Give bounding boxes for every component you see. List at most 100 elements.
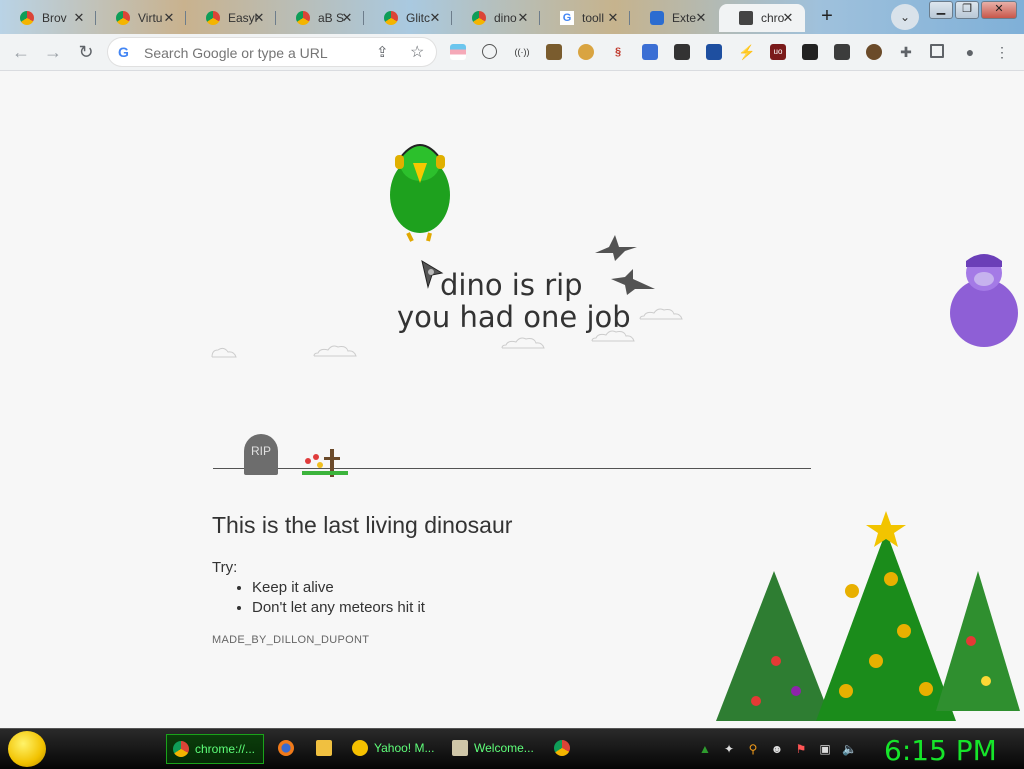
list-item: Keep it alive bbox=[252, 578, 425, 598]
taskbar-task-chrome[interactable]: chrome://... bbox=[166, 734, 264, 764]
close-tab-icon[interactable]: ✕ bbox=[694, 10, 708, 26]
picture-extension-icon[interactable] bbox=[706, 44, 722, 60]
taskbar-task-welcome[interactable]: Welcome... bbox=[446, 734, 538, 762]
chrome-icon bbox=[384, 11, 398, 25]
forward-button[interactable]: → bbox=[43, 42, 63, 62]
tab-strip: Brov ✕ Virtu ✕ Easyl ✕ aB S ✕ Glitc ✕ dino ✕ G… bbox=[0, 0, 1024, 34]
try-label: Try: bbox=[212, 559, 238, 576]
chrome-icon bbox=[173, 741, 189, 757]
address-input[interactable] bbox=[142, 42, 376, 64]
rune-extension-icon[interactable]: § bbox=[610, 44, 626, 60]
trans-flag-extension-icon[interactable] bbox=[450, 44, 466, 60]
credit-text: MADE_BY_DILLON_DUPONT bbox=[212, 634, 370, 646]
google-icon: G bbox=[118, 44, 129, 60]
chrome-icon bbox=[296, 11, 310, 25]
tab-7[interactable]: Gtooll ✕ bbox=[540, 4, 630, 32]
page-heading: This is the last living dinosaur bbox=[212, 512, 513, 538]
close-tab-icon[interactable]: ✕ bbox=[162, 10, 176, 26]
car-extension-icon[interactable] bbox=[674, 44, 690, 60]
taskbar-clock[interactable]: 6:15 PM bbox=[884, 734, 997, 767]
profile-icon[interactable]: ● bbox=[962, 44, 978, 60]
ublock-icon[interactable]: uo bbox=[770, 44, 786, 60]
dots-extension-icon[interactable]: ((·)) bbox=[514, 44, 530, 60]
taskbar-task-folder[interactable] bbox=[310, 734, 338, 762]
chevron-down-icon: ⌄ bbox=[899, 10, 911, 24]
taskbar-task-firefox[interactable] bbox=[272, 734, 300, 762]
close-tab-icon[interactable]: ✕ bbox=[781, 10, 795, 26]
lightning-icon[interactable]: ⚡ bbox=[738, 44, 755, 60]
close-tab-icon[interactable]: ✕ bbox=[252, 10, 266, 26]
photo-extension-icon[interactable] bbox=[642, 44, 658, 60]
tab-8[interactable]: Exte ✕ bbox=[630, 4, 718, 32]
tab-1[interactable]: Brov ✕ bbox=[0, 4, 96, 32]
list-item: Don't let any meteors hit it bbox=[252, 598, 425, 618]
start-smiley-icon[interactable] bbox=[8, 731, 46, 767]
cloud-decoration bbox=[211, 347, 237, 358]
omnibox[interactable]: G ⇪ ☆ bbox=[108, 38, 436, 66]
face-extension-icon[interactable] bbox=[834, 44, 850, 60]
tab-6[interactable]: dino ✕ bbox=[452, 4, 540, 32]
cookie-icon[interactable] bbox=[578, 44, 594, 60]
cloud-decoration bbox=[639, 308, 683, 320]
close-tab-icon[interactable]: ✕ bbox=[428, 10, 442, 26]
pterodactyl-image bbox=[595, 235, 637, 261]
tab-4[interactable]: aB S ✕ bbox=[276, 4, 364, 32]
menu-kebab-icon[interactable]: ⋮ bbox=[994, 44, 1010, 60]
bookmark-star-icon[interactable]: ☆ bbox=[410, 42, 424, 62]
close-tab-icon[interactable]: ✕ bbox=[606, 10, 620, 26]
arrow-left-icon: ← bbox=[12, 42, 30, 62]
chrome-icon bbox=[20, 11, 34, 25]
puzzle-icon bbox=[650, 11, 664, 25]
extensions-puzzle-icon[interactable]: ✚ bbox=[898, 44, 914, 60]
tab-search-button[interactable]: ⌄ bbox=[891, 4, 919, 30]
frame-extension-icon[interactable] bbox=[802, 44, 818, 60]
suggestions-list: Keep it alive Don't let any meteors hit … bbox=[212, 578, 425, 618]
task-label: Yahoo! M... bbox=[374, 741, 435, 755]
reload-icon: ↻ bbox=[78, 42, 94, 62]
tab-active[interactable]: chro ✕ bbox=[719, 4, 805, 32]
bookmark-extension-icon[interactable] bbox=[546, 44, 562, 60]
avatar-extension-icon[interactable] bbox=[866, 44, 882, 60]
bird-icon bbox=[452, 740, 468, 756]
tree-tray-icon[interactable]: ▲ bbox=[698, 742, 712, 756]
tab-2[interactable]: Virtu ✕ bbox=[96, 4, 186, 32]
restore-button[interactable]: ❐ bbox=[955, 1, 979, 19]
yahoo-smiley-icon bbox=[352, 740, 368, 756]
cloud-decoration bbox=[313, 345, 357, 357]
taskbar: chrome://... Yahoo! M... Welcome... ▲ ✦ … bbox=[0, 728, 1024, 769]
cloud-decoration bbox=[501, 337, 545, 349]
minimize-button[interactable]: ▁ bbox=[929, 1, 953, 19]
pterodactyl-image bbox=[611, 269, 655, 295]
dino-rip-message: dino is rip bbox=[440, 268, 583, 302]
taskbar-task-chrome-2[interactable] bbox=[548, 734, 576, 762]
reload-button[interactable]: ↻ bbox=[76, 42, 96, 62]
side-panel-icon[interactable] bbox=[930, 44, 944, 58]
purple-gorilla-image bbox=[950, 254, 1018, 347]
christmas-trees-decoration bbox=[716, 511, 1020, 721]
folder-icon bbox=[316, 740, 332, 756]
google-icon: G bbox=[560, 11, 574, 25]
tab-3[interactable]: Easyl ✕ bbox=[186, 4, 276, 32]
back-button[interactable]: ← bbox=[11, 42, 31, 62]
flowers-decoration bbox=[302, 449, 348, 477]
network-tray-icon[interactable]: ▣ bbox=[818, 742, 832, 756]
chat-tray-icon[interactable]: ☻ bbox=[770, 742, 784, 756]
firefox-icon bbox=[278, 740, 294, 756]
search-tray-icon[interactable]: ⚲ bbox=[746, 742, 760, 756]
close-tab-icon[interactable]: ✕ bbox=[340, 10, 354, 26]
clock-extension-icon[interactable] bbox=[482, 44, 497, 59]
close-window-button[interactable]: ✕ bbox=[981, 1, 1017, 19]
flag-tray-icon[interactable]: ⚑ bbox=[794, 742, 808, 756]
volume-icon[interactable]: 🔈 bbox=[842, 742, 857, 756]
tombstone: RIP bbox=[244, 434, 278, 475]
cloud-decoration bbox=[591, 330, 635, 342]
new-tab-button[interactable]: + bbox=[815, 6, 839, 28]
close-tab-icon[interactable]: ✕ bbox=[72, 10, 86, 26]
taskbar-task-yahoo[interactable]: Yahoo! M... bbox=[346, 734, 438, 762]
chrome-icon bbox=[472, 11, 486, 25]
close-tab-icon[interactable]: ✕ bbox=[516, 10, 530, 26]
share-icon[interactable]: ⇪ bbox=[376, 43, 389, 61]
tab-5[interactable]: Glitc ✕ bbox=[364, 4, 452, 32]
bird-tray-icon[interactable]: ✦ bbox=[722, 742, 736, 756]
task-label: Welcome... bbox=[474, 741, 534, 755]
